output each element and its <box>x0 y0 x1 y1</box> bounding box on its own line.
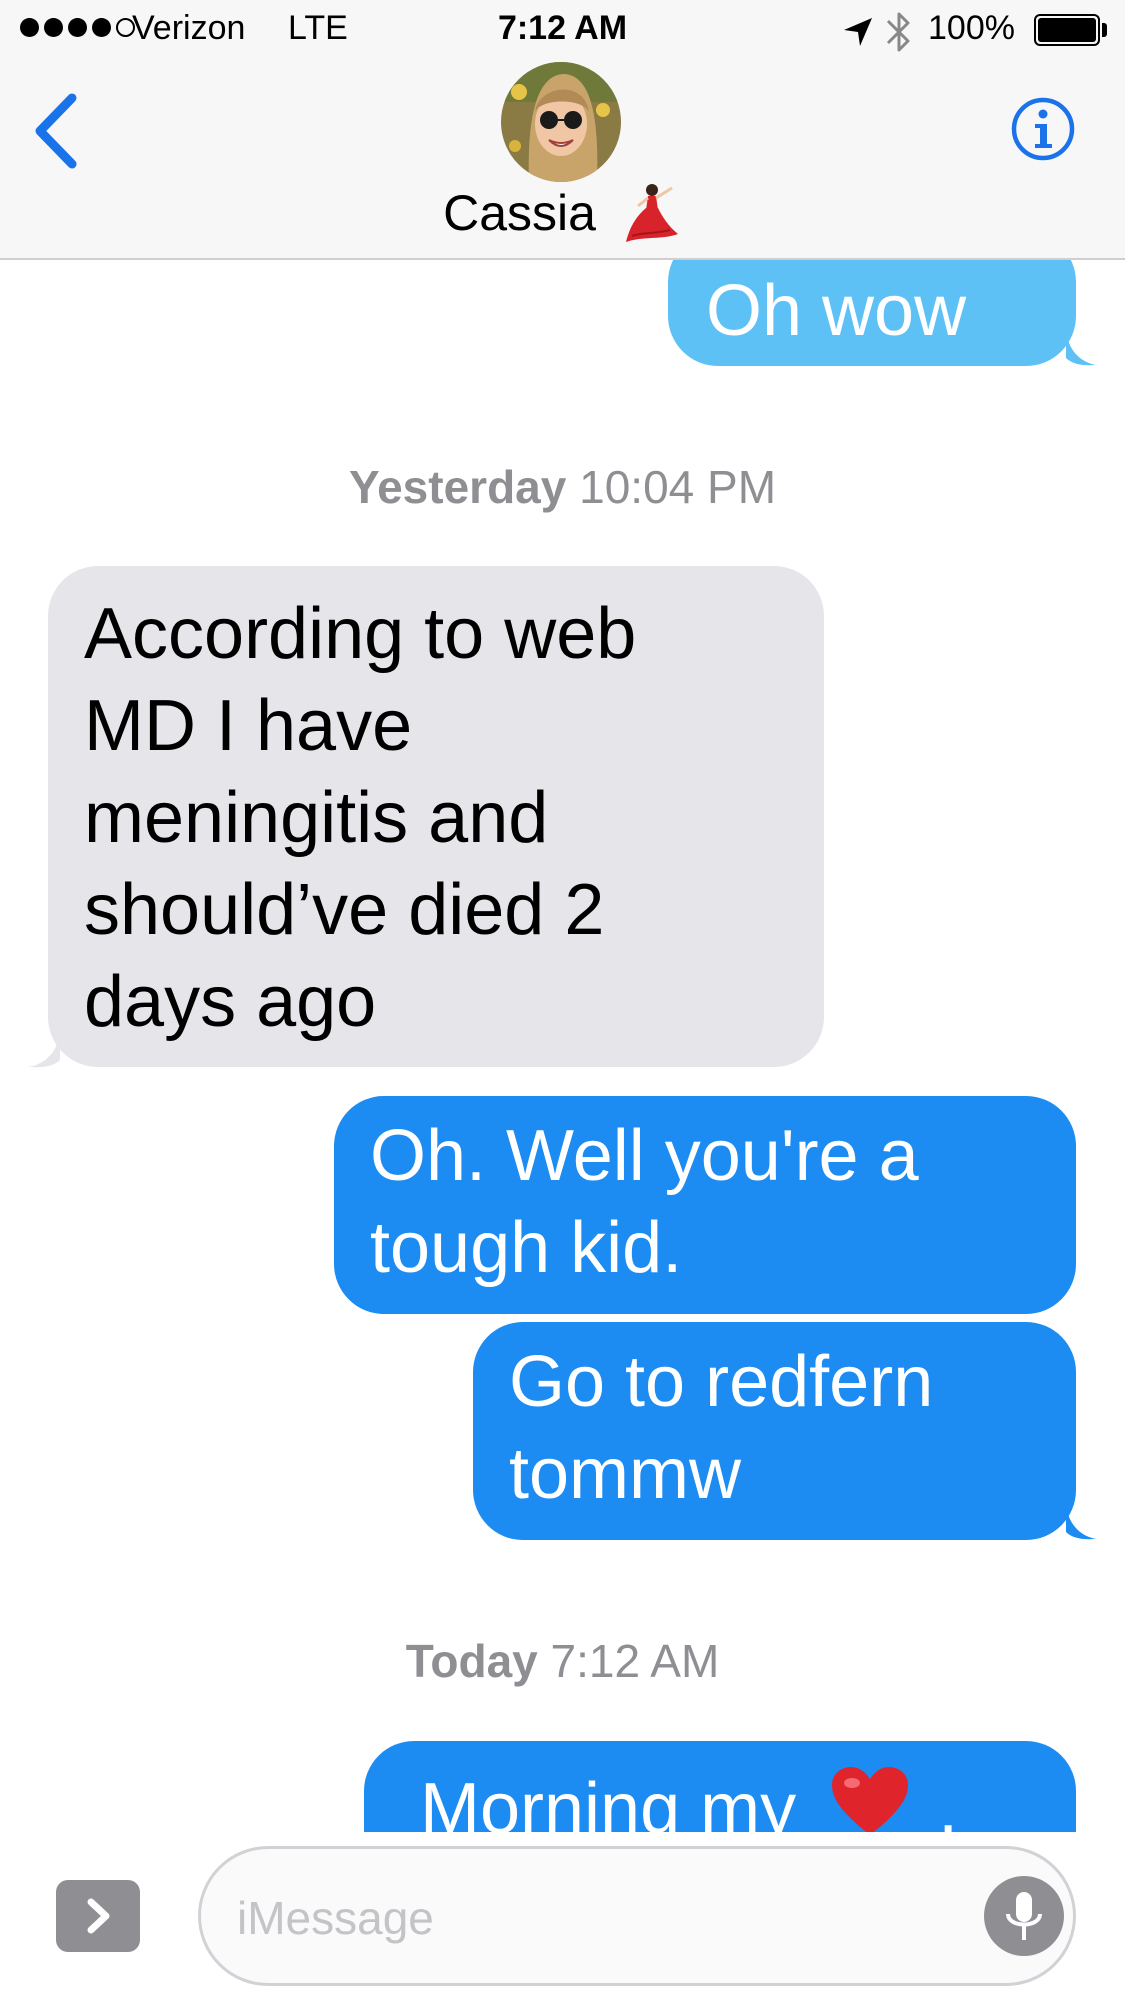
contact-name: Cassia <box>443 184 596 241</box>
bluetooth-icon <box>886 12 910 52</box>
mic-button[interactable] <box>984 1876 1064 1956</box>
message-bubble-sent[interactable]: Morning my . <box>364 1741 1076 1832</box>
chevron-left-icon <box>35 93 77 169</box>
message-bubble-sent[interactable]: Oh. Well you're a tough kid. <box>334 1096 1076 1314</box>
message-line: MD I have <box>84 686 413 766</box>
message-line: days ago <box>84 962 377 1042</box>
timestamp-yesterday: Yesterday 10:04 PM <box>0 460 1125 514</box>
heart-icon <box>832 1767 909 1832</box>
info-icon <box>1011 97 1075 161</box>
bubble-tail <box>28 1030 60 1068</box>
back-button[interactable] <box>22 88 88 174</box>
battery-percent: 100% <box>928 9 1015 47</box>
timestamp-time: 10:04 PM <box>579 461 777 513</box>
timestamp-time: 7:12 AM <box>550 1635 720 1687</box>
apps-button[interactable] <box>56 1880 140 1952</box>
navigation-header: Verizon LTE 7:12 AM 100% Cassia <box>0 0 1125 260</box>
message-input[interactable] <box>235 1877 939 1959</box>
avatar[interactable] <box>501 62 621 182</box>
message-text: Oh wow <box>706 271 967 351</box>
message-line: tough kid. <box>370 1208 683 1288</box>
bubble-tail <box>1066 1504 1096 1540</box>
status-bar: Verizon LTE 7:12 AM 100% <box>0 0 1125 64</box>
message-line: Oh. Well you're a <box>370 1116 919 1196</box>
message-line: should’ve died 2 <box>84 870 605 950</box>
message-input-field[interactable] <box>198 1846 1076 1986</box>
message-line: According to web <box>84 594 637 674</box>
battery-tip <box>1102 23 1107 37</box>
message-bubble-sent[interactable]: Go to redfern tommw <box>473 1322 1076 1540</box>
contact-name-title[interactable]: Cassia <box>0 180 1125 244</box>
info-button[interactable] <box>1010 96 1076 162</box>
dancer-icon <box>625 183 678 242</box>
message-text: Morning my <box>420 1769 797 1832</box>
message-bubble-received[interactable]: According to web MD I have meningitis an… <box>48 566 824 1067</box>
bubble-tail <box>1066 330 1096 366</box>
location-arrow-icon <box>844 18 872 46</box>
message-line: meningitis and <box>84 778 549 858</box>
message-line: tommw <box>509 1434 741 1514</box>
microphone-icon <box>1006 1892 1042 1940</box>
timestamp-today: Today 7:12 AM <box>0 1634 1125 1688</box>
timestamp-day: Today <box>405 1635 538 1687</box>
chevron-right-icon <box>87 1898 110 1934</box>
battery-icon <box>1034 14 1100 46</box>
timestamp-day: Yesterday <box>348 461 567 513</box>
conversation-view[interactable]: Oh wow Yesterday 10:04 PM According to w… <box>0 0 1125 1832</box>
message-line: Go to redfern <box>509 1342 934 1422</box>
